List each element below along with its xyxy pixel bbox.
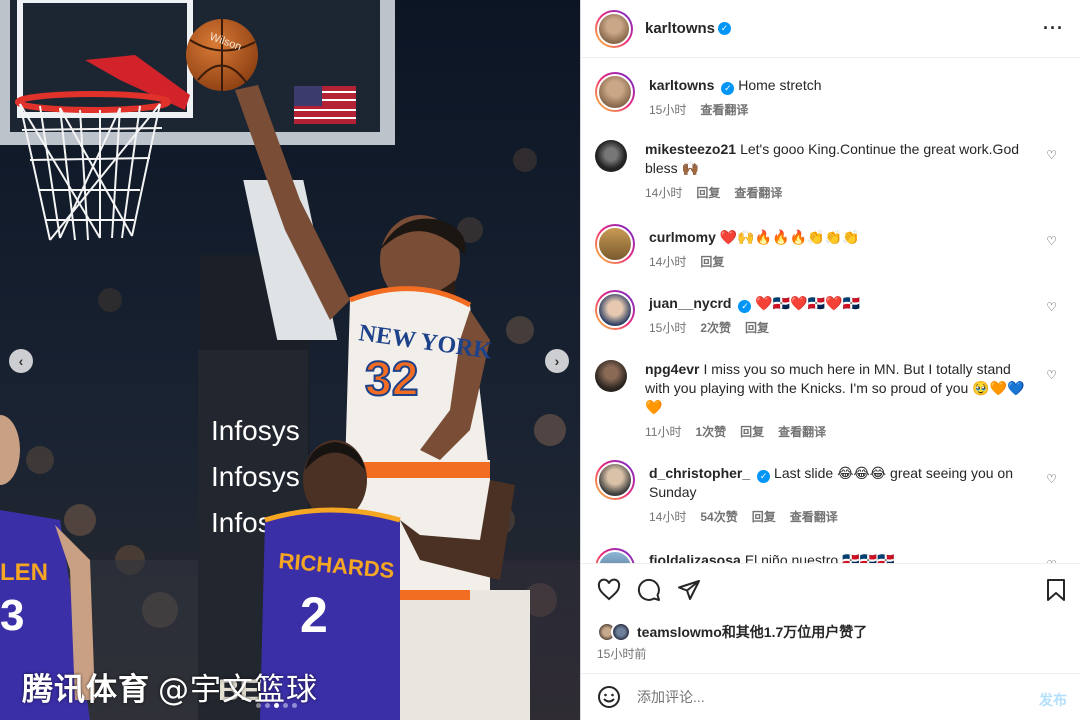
chevron-right-icon: ›	[554, 353, 560, 369]
comment-composer: 发布	[581, 673, 1080, 720]
liker-avatars	[597, 622, 633, 642]
ad-text-1: Infosys	[211, 415, 300, 446]
carousel-dot	[256, 703, 261, 708]
previous-slide-button[interactable]: ‹	[9, 349, 33, 373]
post-timestamp[interactable]: 15小时前	[597, 645, 646, 662]
comment-item: juan__nycrd ✓ ❤️🇩🇴❤️🇩🇴❤️🇩🇴 15小时 2次赞 回复 ♡	[595, 290, 1065, 338]
comment-item: mikesteezo21 Let's gooo King.Continue the…	[595, 140, 1065, 203]
comment-username[interactable]: mikesteezo21	[645, 141, 736, 157]
carousel-dot	[283, 703, 288, 708]
comment-time: 14小时	[649, 510, 687, 524]
carousel-dot	[292, 703, 297, 708]
liked-by-others[interactable]: 和其他1.7万位用户赞了	[722, 622, 867, 642]
comment-text: ❤️🙌🔥🔥🔥👏👏👏	[719, 229, 860, 245]
see-translation-link[interactable]: 查看翻译	[778, 423, 826, 442]
more-options-icon[interactable]: ···	[1043, 18, 1064, 39]
comment-like-icon[interactable]: ♡	[1046, 300, 1057, 314]
comment-username[interactable]: juan__nycrd	[649, 295, 731, 311]
caption-time: 15小时	[649, 103, 687, 117]
left-jersey-name: LEN	[0, 559, 48, 586]
carousel-dot-active	[274, 703, 279, 708]
post-details-panel: karltowns ✓ ··· karltowns ✓ Home stretch …	[580, 0, 1080, 720]
reply-link[interactable]: 回复	[752, 508, 776, 527]
post-actions: teamslowmo 和其他1.7万位用户赞了 15小时前	[581, 563, 1080, 673]
left-jersey-number: 3	[0, 591, 24, 640]
comment-text: El niño nuestro 🇩🇴🇩🇴🇩🇴	[744, 552, 895, 563]
post-comment-button[interactable]: 发布	[1039, 690, 1067, 710]
smiley-icon[interactable]	[597, 685, 621, 709]
caption-username[interactable]: karltowns	[649, 77, 714, 93]
reply-link[interactable]: 回复	[696, 184, 720, 203]
comment-like-count[interactable]: 54次赞	[700, 508, 737, 527]
post-media: Infosys Infosys Infosys BET MGM Wilson	[0, 0, 580, 720]
watermark-brand: 腾讯体育	[22, 672, 150, 708]
opponent-jersey-number: 2	[300, 587, 328, 643]
reply-link[interactable]: 回复	[700, 253, 724, 272]
commenter-avatar[interactable]	[595, 290, 635, 330]
commenter-avatar[interactable]	[595, 548, 635, 563]
caption-text: Home stretch	[738, 77, 822, 93]
comment-icon[interactable]	[637, 578, 661, 602]
comment-input[interactable]	[637, 689, 997, 705]
comment-time: 15小时	[649, 321, 687, 335]
commenter-avatar[interactable]	[595, 460, 635, 500]
dunk-photo: Infosys Infosys Infosys BET MGM Wilson	[0, 0, 580, 720]
reply-link[interactable]: 回复	[745, 319, 769, 338]
verified-badge-icon: ✓	[721, 82, 735, 95]
comment-text: I miss you so much here in MN. But I tot…	[645, 361, 1025, 415]
carousel-dot	[265, 703, 270, 708]
likes-summary[interactable]: teamslowmo 和其他1.7万位用户赞了	[597, 622, 867, 642]
comment-like-icon[interactable]: ♡	[1046, 472, 1057, 486]
bookmark-icon[interactable]	[1045, 578, 1067, 602]
heart-icon[interactable]	[597, 578, 621, 602]
comment-time: 11小时	[645, 425, 682, 439]
comment-item: curlmomy ❤️🙌🔥🔥🔥👏👏👏 14小时 回复 ♡	[595, 224, 1065, 272]
post-header: karltowns ✓	[581, 0, 1080, 58]
verified-badge-icon: ✓	[718, 22, 732, 35]
author-username[interactable]: karltowns	[645, 20, 715, 37]
comment-item: d_christopher_ ✓ Last slide 😂😂😂 great see…	[595, 460, 1065, 527]
chevron-left-icon: ‹	[18, 353, 24, 369]
author-avatar[interactable]	[595, 72, 635, 112]
share-icon[interactable]	[677, 578, 701, 602]
comment-item: npg4evr I miss you so much here in MN. Bu…	[595, 360, 1065, 442]
commenter-avatar[interactable]	[595, 360, 627, 392]
jersey-number: 32	[365, 353, 418, 406]
comment-like-icon[interactable]: ♡	[1046, 234, 1057, 248]
verified-badge-icon: ✓	[738, 300, 752, 313]
commenter-avatar[interactable]	[595, 140, 627, 172]
caption: karltowns ✓ Home stretch 15小时 查看翻译	[595, 72, 1065, 120]
reply-link[interactable]: 回复	[740, 423, 764, 442]
comment-like-count[interactable]: 1次赞	[695, 423, 726, 442]
comment-like-icon[interactable]: ♡	[1046, 368, 1057, 382]
comments-list[interactable]: karltowns ✓ Home stretch 15小时 查看翻译 mikest…	[581, 58, 1080, 563]
commenter-avatar[interactable]	[595, 224, 635, 264]
comment-like-count[interactable]: 2次赞	[700, 319, 731, 338]
comment-text: ❤️🇩🇴❤️🇩🇴❤️🇩🇴	[755, 295, 860, 311]
see-translation-link[interactable]: 查看翻译	[700, 101, 748, 120]
comment-username[interactable]: curlmomy	[649, 229, 716, 245]
next-slide-button[interactable]: ›	[545, 349, 569, 373]
comment-time: 14小时	[649, 255, 687, 269]
author-avatar[interactable]	[595, 9, 633, 48]
carousel-indicator	[256, 703, 297, 708]
comment-username[interactable]: d_christopher_	[649, 465, 750, 481]
comment-item: fioldalizasosaEl niño nuestro 🇩🇴🇩🇴🇩🇴 ♡	[595, 548, 1065, 563]
verified-badge-icon: ✓	[757, 470, 771, 483]
see-translation-link[interactable]: 查看翻译	[790, 508, 838, 527]
comment-username[interactable]: npg4evr	[645, 361, 699, 377]
comment-time: 14小时	[645, 186, 683, 200]
comment-like-icon[interactable]: ♡	[1046, 148, 1057, 162]
comment-username[interactable]: fioldalizasosa	[649, 552, 741, 563]
see-translation-link[interactable]: 查看翻译	[734, 184, 782, 203]
liked-by-username[interactable]: teamslowmo	[637, 624, 722, 640]
ad-text-2: Infosys	[211, 461, 300, 492]
